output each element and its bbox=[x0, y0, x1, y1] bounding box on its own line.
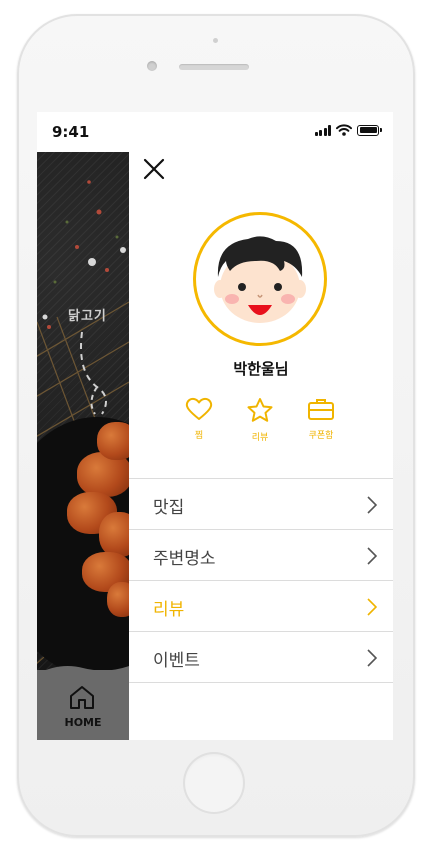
status-bar: 9:41 bbox=[37, 112, 393, 152]
chevron-right-icon bbox=[367, 496, 377, 514]
menu-item-reviews[interactable]: 리뷰 bbox=[129, 581, 393, 632]
star-icon bbox=[247, 398, 273, 422]
front-sensor bbox=[213, 38, 218, 43]
home-tab-label: HOME bbox=[64, 716, 102, 729]
chicken-piece bbox=[107, 582, 129, 617]
background-food-image: 닭고기 bbox=[37, 152, 129, 740]
menu-item-nearby-attractions[interactable]: 주변명소 bbox=[129, 530, 393, 581]
close-icon bbox=[143, 158, 165, 180]
quick-action-label: 찜 bbox=[194, 431, 204, 441]
chicken-piece bbox=[99, 512, 129, 557]
earpiece-speaker bbox=[179, 64, 249, 70]
wifi-icon bbox=[336, 124, 352, 136]
status-time: 9:41 bbox=[52, 123, 90, 141]
profile-name: 박한울님 bbox=[233, 360, 289, 378]
close-button[interactable] bbox=[141, 156, 167, 182]
chevron-right-icon bbox=[367, 649, 377, 667]
drawer-menu: 맛집 주변명소 리뷰 이벤트 bbox=[129, 478, 393, 683]
home-tab[interactable]: HOME bbox=[37, 666, 129, 740]
heart-icon bbox=[185, 397, 213, 420]
menu-item-label: 이벤트 bbox=[153, 651, 200, 671]
menu-item-label: 리뷰 bbox=[153, 600, 185, 620]
menu-item-events[interactable]: 이벤트 bbox=[129, 632, 393, 683]
quick-action-coupons[interactable]: 쿠폰함 bbox=[296, 397, 346, 441]
home-icon bbox=[70, 686, 94, 709]
quick-action-label: 쿠폰함 bbox=[308, 431, 334, 441]
quick-action-label: 리뷰 bbox=[251, 433, 269, 443]
app-screen: 9:41 닭고기 HOME 박한울님 찜 리뷰 쿠폰함 맛집 주변명소 리뷰 이… bbox=[37, 112, 393, 740]
chicken-piece bbox=[97, 422, 129, 460]
menu-item-label: 주변명소 bbox=[153, 549, 216, 569]
background-label: 닭고기 bbox=[68, 309, 107, 324]
briefcase-icon bbox=[308, 399, 334, 420]
battery-icon bbox=[357, 124, 382, 136]
cellular-signal-icon bbox=[314, 124, 331, 136]
front-camera bbox=[147, 61, 157, 71]
status-icons bbox=[314, 124, 382, 136]
quick-action-wishlist[interactable]: 찜 bbox=[174, 397, 224, 441]
menu-item-restaurants[interactable]: 맛집 bbox=[129, 479, 393, 530]
menu-item-label: 맛집 bbox=[153, 498, 185, 518]
avatar[interactable] bbox=[193, 212, 327, 346]
device-home-button[interactable] bbox=[183, 752, 245, 814]
chevron-right-icon bbox=[367, 547, 377, 565]
side-drawer: 박한울님 찜 리뷰 쿠폰함 맛집 주변명소 리뷰 이벤트 bbox=[129, 152, 393, 740]
avatar-boy-icon bbox=[214, 236, 306, 323]
chevron-right-icon bbox=[367, 598, 377, 616]
quick-action-review[interactable]: 리뷰 bbox=[235, 397, 285, 443]
